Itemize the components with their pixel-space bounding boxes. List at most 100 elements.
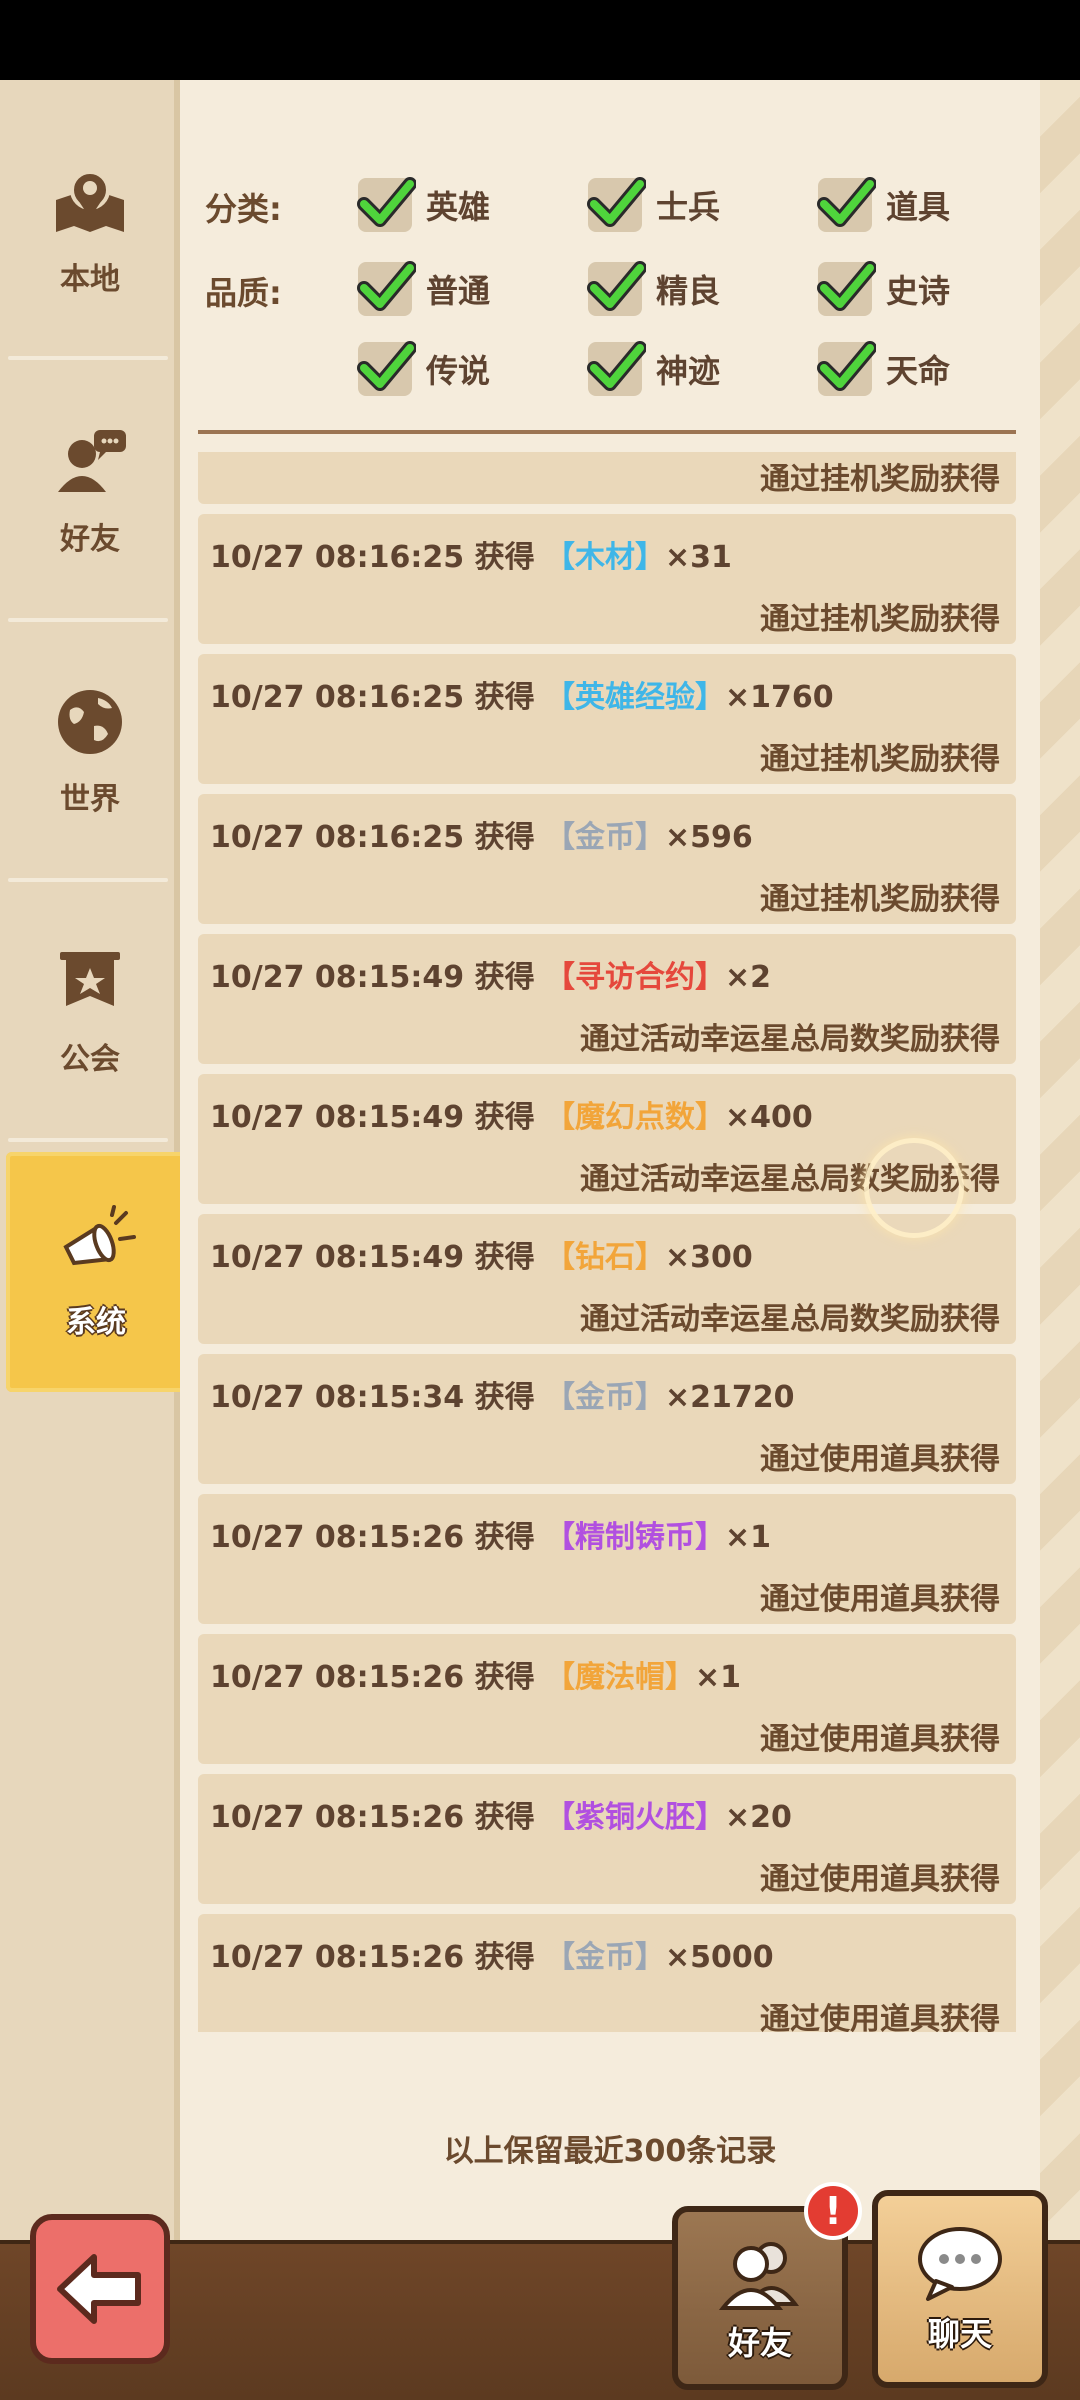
log-source: 通过挂机奖励获得 bbox=[760, 742, 1000, 777]
chat-button-label: 聊天 bbox=[927, 2315, 992, 2353]
log-entry-text: 10/27 08:15:49 获得 【钻石】×300 bbox=[210, 1232, 753, 1276]
sidebar: 本地 好友 世界 公会 系统 bbox=[0, 80, 186, 2240]
quality-fine-checkbox[interactable]: 精良 bbox=[587, 261, 721, 316]
log-verb: 获得 bbox=[474, 1520, 535, 1555]
log-item-name: 【木材】 bbox=[545, 540, 666, 575]
log-verb: 获得 bbox=[474, 1240, 535, 1275]
log-item-name: 【魔法帽】 bbox=[545, 1660, 696, 1695]
alert-badge: ! bbox=[804, 2182, 862, 2240]
log-time: 10/27 08:15:34 bbox=[210, 1380, 465, 1415]
checkbox-box bbox=[357, 261, 416, 316]
quality-destiny-checkbox[interactable]: 天命 bbox=[817, 341, 950, 396]
friends-icon bbox=[718, 2242, 800, 2310]
checkmark-icon bbox=[817, 341, 876, 391]
log-verb: 获得 bbox=[474, 680, 535, 715]
checkmark-icon bbox=[587, 261, 646, 311]
touch-indicator bbox=[864, 1138, 964, 1238]
log-source: 通过使用道具获得 bbox=[760, 2002, 1000, 2032]
log-time: 10/27 08:15:26 bbox=[210, 1940, 465, 1975]
record-limit-note: 以上保留最近300条记录 bbox=[443, 2134, 777, 2169]
filter-divider bbox=[198, 430, 1016, 434]
log-source: 通过活动幸运星总局数奖励获得 bbox=[580, 1022, 1000, 1057]
checkbox-box bbox=[357, 341, 416, 396]
tab-system[interactable]: 系统 bbox=[6, 1152, 186, 1392]
checkbox-box bbox=[817, 177, 876, 232]
category-hero-checkbox[interactable]: 英雄 bbox=[357, 177, 490, 232]
arrow-left-icon bbox=[57, 2254, 141, 2324]
log-entry: 10/27 08:16:25 获得 【英雄经验】×1760 通过挂机奖励获得 bbox=[198, 654, 1016, 784]
log-item-name: 【金币】 bbox=[545, 820, 666, 855]
log-item-name: 【魔幻点数】 bbox=[545, 1100, 726, 1135]
log-time: 10/27 08:16:25 bbox=[210, 680, 465, 715]
checkmark-icon bbox=[817, 177, 876, 227]
log-verb: 获得 bbox=[474, 1660, 535, 1695]
category-filter-label: 分类: bbox=[205, 190, 282, 228]
log-entry: 10/27 08:15:26 获得 【精制铸币】×1 通过使用道具获得 bbox=[198, 1494, 1016, 1624]
chat-button[interactable]: 聊天 bbox=[872, 2190, 1048, 2388]
log-quantity: ×31 bbox=[665, 540, 732, 575]
tab-friends[interactable]: 好友 bbox=[0, 360, 180, 618]
tab-label: 好友 bbox=[60, 522, 120, 557]
log-time: 10/27 08:15:49 bbox=[210, 960, 465, 995]
tab-label: 世界 bbox=[60, 782, 120, 817]
log-source: 通过活动幸运星总局数奖励获得 bbox=[580, 1302, 1000, 1337]
log-entry-text: 10/27 08:15:26 获得 【魔法帽】×1 bbox=[210, 1652, 741, 1696]
log-quantity: ×2 bbox=[725, 960, 772, 995]
quality-legend-checkbox[interactable]: 传说 bbox=[357, 341, 490, 396]
log-verb: 获得 bbox=[474, 1100, 535, 1135]
quality-common-checkbox[interactable]: 普通 bbox=[357, 261, 490, 316]
log-entry-text: 10/27 08:15:49 获得 【魔幻点数】×400 bbox=[210, 1092, 813, 1136]
checkmark-icon bbox=[357, 341, 416, 391]
quality-miracle-checkbox[interactable]: 神迹 bbox=[587, 341, 720, 396]
log-time: 10/27 08:15:49 bbox=[210, 1240, 465, 1275]
log-entry-text: 10/27 08:15:26 获得 【紫铜火胚】×20 bbox=[210, 1792, 792, 1836]
checkbox-box bbox=[817, 261, 876, 316]
log-entry: 10/27 08:15:34 获得 【金币】×21720 通过使用道具获得 bbox=[198, 1354, 1016, 1484]
log-quantity: ×1760 bbox=[725, 680, 834, 715]
guild-banner-icon bbox=[60, 952, 120, 1006]
log-verb: 获得 bbox=[474, 960, 535, 995]
log-list[interactable]: 通过挂机奖励获得 10/27 08:16:25 获得 【木材】×31 通过挂机奖励… bbox=[198, 452, 1016, 2032]
map-pin-icon bbox=[56, 170, 124, 232]
log-entry: 10/27 08:15:26 获得 【魔法帽】×1 通过使用道具获得 bbox=[198, 1634, 1016, 1764]
log-source: 通过挂机奖励获得 bbox=[760, 602, 1000, 637]
checkmark-icon bbox=[357, 177, 416, 227]
log-quantity: ×1 bbox=[695, 1660, 742, 1695]
checkmark-icon bbox=[357, 261, 416, 311]
log-quantity: ×20 bbox=[725, 1800, 792, 1835]
log-time: 10/27 08:15:26 bbox=[210, 1800, 465, 1835]
log-time: 10/27 08:15:26 bbox=[210, 1520, 465, 1555]
status-bar bbox=[0, 0, 1080, 80]
log-entry-text: 10/27 08:16:25 获得 【木材】×31 bbox=[210, 532, 732, 576]
quality-epic-checkbox[interactable]: 史诗 bbox=[817, 261, 950, 316]
globe-icon bbox=[58, 690, 122, 754]
log-entry: 10/27 08:15:26 获得 【紫铜火胚】×20 通过使用道具获得 bbox=[198, 1774, 1016, 1904]
log-entry-text: 10/27 08:15:26 获得 【金币】×5000 bbox=[210, 1932, 774, 1976]
log-source: 通过使用道具获得 bbox=[760, 1862, 1000, 1897]
category-soldier-checkbox[interactable]: 士兵 bbox=[587, 177, 720, 232]
log-verb: 获得 bbox=[474, 540, 535, 575]
checkbox-label: 精良 bbox=[656, 272, 721, 310]
checkbox-label: 道具 bbox=[886, 188, 951, 226]
tab-label: 系统 bbox=[66, 1305, 126, 1340]
category-item-checkbox[interactable]: 道具 bbox=[817, 177, 951, 232]
tab-world[interactable]: 世界 bbox=[0, 620, 180, 878]
log-source: 通过挂机奖励获得 bbox=[760, 882, 1000, 917]
log-verb: 获得 bbox=[474, 820, 535, 855]
tab-label: 本地 bbox=[60, 262, 120, 297]
log-quantity: ×596 bbox=[665, 820, 753, 855]
log-entry: 10/27 08:15:49 获得 【寻访合约】×2 通过活动幸运星总局数奖励获得 bbox=[198, 934, 1016, 1064]
log-quantity: ×21720 bbox=[665, 1380, 795, 1415]
megaphone-icon bbox=[63, 1205, 136, 1266]
back-button[interactable] bbox=[30, 2214, 170, 2364]
checkbox-box bbox=[587, 341, 646, 396]
log-source: 通过使用道具获得 bbox=[760, 1722, 1000, 1757]
log-entry: 10/27 08:15:26 获得 【金币】×5000 通过使用道具获得 bbox=[198, 1914, 1016, 2032]
log-verb: 获得 bbox=[474, 1940, 535, 1975]
log-time: 10/27 08:16:25 bbox=[210, 820, 465, 855]
divider bbox=[8, 1138, 168, 1142]
log-item-name: 【精制铸币】 bbox=[545, 1520, 726, 1555]
tab-guild[interactable]: 公会 bbox=[0, 880, 180, 1138]
tab-local[interactable]: 本地 bbox=[0, 100, 180, 358]
log-verb: 获得 bbox=[474, 1380, 535, 1415]
